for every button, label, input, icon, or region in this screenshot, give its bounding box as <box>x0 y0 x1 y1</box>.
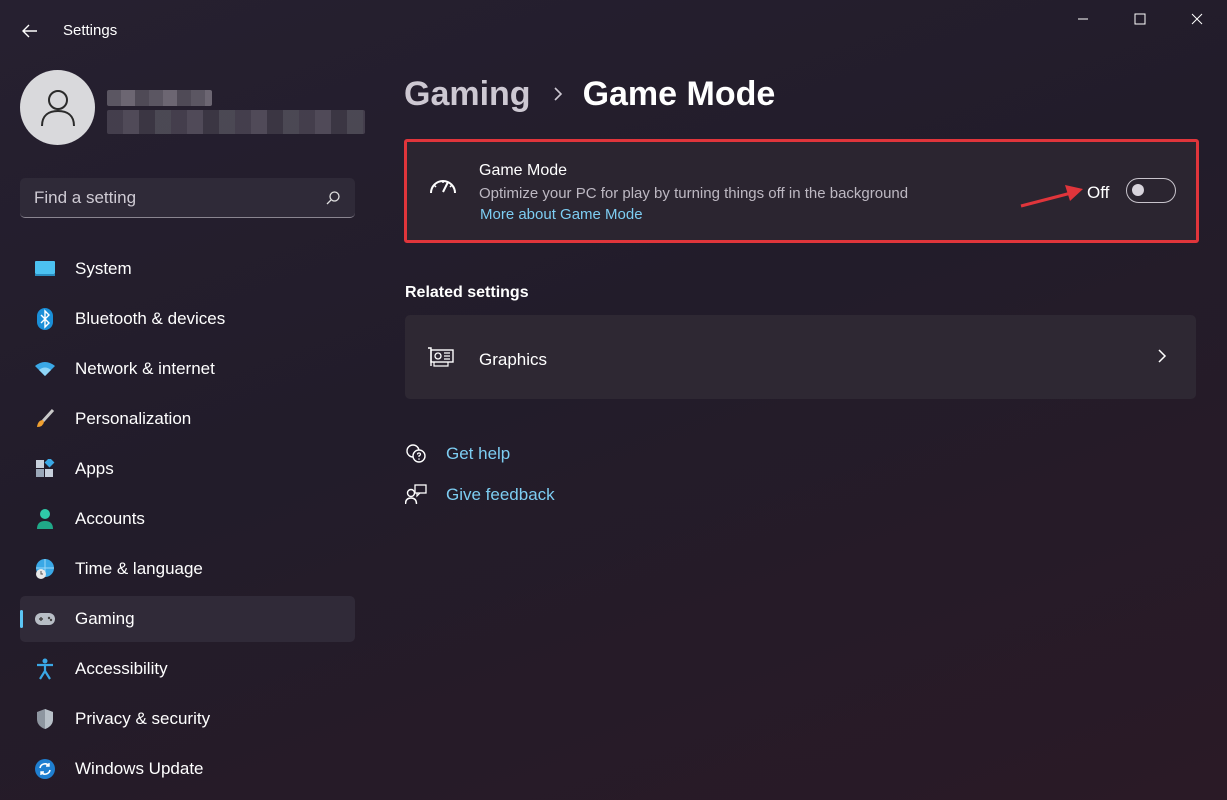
back-button[interactable] <box>14 16 46 46</box>
sidebar-item-label: Bluetooth & devices <box>75 309 226 328</box>
sidebar-item-label: System <box>75 259 132 278</box>
close-button[interactable] <box>1174 4 1220 34</box>
feedback-icon <box>404 483 428 507</box>
sidebar-item-label: Apps <box>75 459 114 478</box>
speedometer-icon <box>430 180 456 194</box>
graphics-settings-link[interactable]: Graphics <box>405 315 1196 399</box>
game-mode-toggle[interactable] <box>1126 178 1176 203</box>
get-help-link[interactable]: Get help <box>404 442 510 466</box>
wifi-icon <box>34 358 56 380</box>
maximize-icon <box>1134 13 1146 25</box>
sidebar-item-label: Accessibility <box>75 659 168 678</box>
sidebar-item-accounts[interactable]: Accounts <box>20 496 355 542</box>
sidebar-item-label: Personalization <box>75 409 192 428</box>
sidebar-item-privacy-security[interactable]: Privacy & security <box>20 696 355 742</box>
toggle-knob <box>1132 184 1144 196</box>
avatar[interactable] <box>20 70 95 145</box>
sidebar-item-label: Gaming <box>75 609 135 628</box>
user-email-redacted <box>107 110 365 134</box>
accessibility-icon <box>34 658 56 680</box>
sidebar-item-time-language[interactable]: Time & language <box>20 546 355 592</box>
graphics-card-icon <box>428 347 454 367</box>
sidebar-item-label: Privacy & security <box>75 709 211 728</box>
person-icon <box>34 508 56 530</box>
related-settings-heading: Related settings <box>405 284 529 301</box>
page-title: Game Mode <box>582 74 776 113</box>
sidebar-item-label: Accounts <box>75 509 145 528</box>
system-icon <box>34 258 56 280</box>
apps-icon <box>34 458 56 480</box>
minimize-button[interactable] <box>1060 4 1106 34</box>
gamepad-icon <box>34 608 56 630</box>
give-feedback-link[interactable]: Give feedback <box>404 483 555 507</box>
annotation-arrow-icon <box>1020 185 1083 208</box>
close-icon <box>1191 13 1203 25</box>
minimize-icon <box>1078 18 1088 20</box>
game-mode-state-label: Off <box>1087 183 1110 202</box>
app-title: Settings <box>63 22 118 39</box>
sidebar-item-network[interactable]: Network & internet <box>20 346 355 392</box>
search-box[interactable] <box>20 178 355 218</box>
give-feedback-label: Give feedback <box>446 485 555 504</box>
more-about-game-mode-link[interactable]: More about Game Mode <box>480 206 643 223</box>
update-icon <box>34 758 56 780</box>
shield-icon <box>34 708 56 730</box>
globe-clock-icon <box>34 558 56 580</box>
breadcrumb-parent[interactable]: Gaming <box>404 75 531 114</box>
search-input[interactable] <box>34 187 304 208</box>
title-bar: Settings <box>0 0 1227 62</box>
sidebar-item-label: Network & internet <box>75 359 215 378</box>
sidebar-item-system[interactable]: System <box>20 246 355 292</box>
game-mode-title: Game Mode <box>479 162 568 179</box>
chevron-right-icon <box>1158 349 1167 363</box>
sidebar-nav: System Bluetooth & devices Network & int… <box>20 246 355 796</box>
sidebar-item-apps[interactable]: Apps <box>20 446 355 492</box>
help-chat-icon <box>404 442 428 466</box>
search-icon[interactable] <box>325 190 341 206</box>
sidebar-item-windows-update[interactable]: Windows Update <box>20 746 355 792</box>
sidebar-item-bluetooth[interactable]: Bluetooth & devices <box>20 296 355 342</box>
person-icon <box>40 89 75 126</box>
sidebar-item-accessibility[interactable]: Accessibility <box>20 646 355 692</box>
graphics-label: Graphics <box>479 350 548 369</box>
game-mode-card: Game Mode Optimize your PC for play by t… <box>404 139 1199 243</box>
sidebar-item-label: Windows Update <box>75 759 204 778</box>
brush-icon <box>34 408 56 430</box>
game-mode-description: Optimize your PC for play by turning thi… <box>479 185 909 202</box>
maximize-button[interactable] <box>1117 4 1163 34</box>
bluetooth-icon <box>34 308 56 330</box>
sidebar-item-gaming[interactable]: Gaming <box>20 596 355 642</box>
back-arrow-icon <box>22 24 37 38</box>
sidebar-item-label: Time & language <box>75 559 203 578</box>
breadcrumb: Gaming Game Mode <box>404 74 775 114</box>
sidebar-item-personalization[interactable]: Personalization <box>20 396 355 442</box>
get-help-label: Get help <box>446 444 511 463</box>
user-name-redacted <box>107 90 212 106</box>
chevron-right-icon <box>553 86 563 102</box>
